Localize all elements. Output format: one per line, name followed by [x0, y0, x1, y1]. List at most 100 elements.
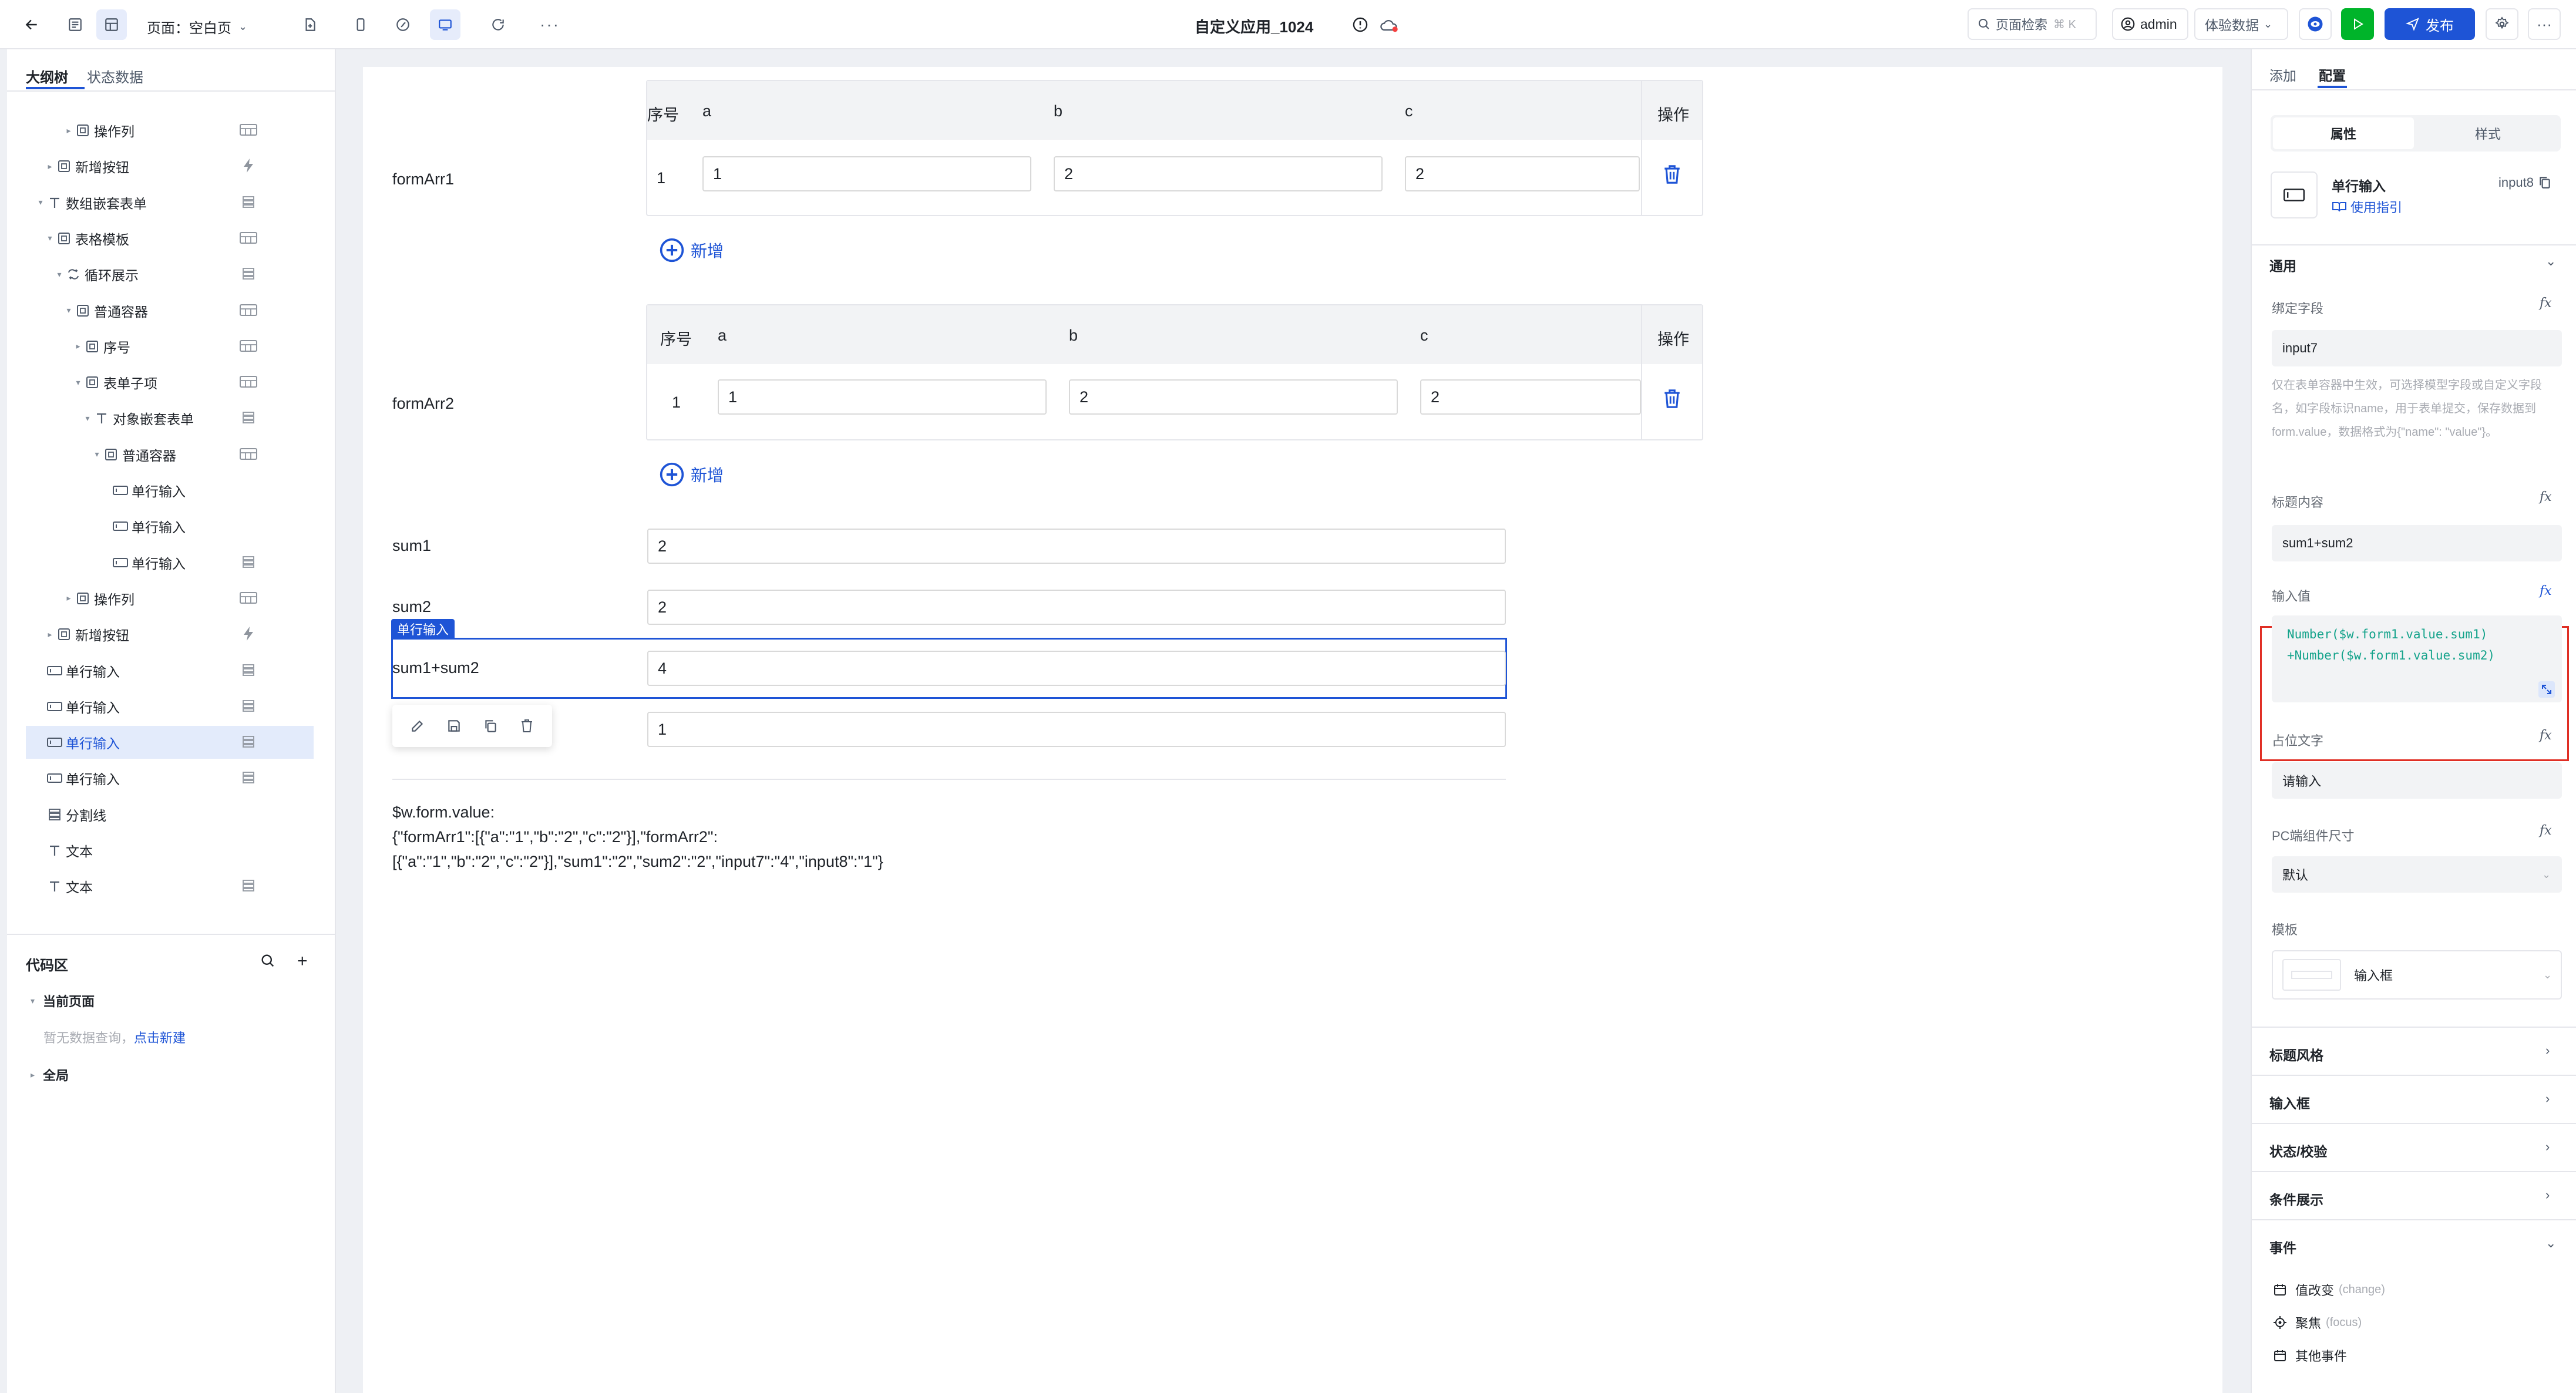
create-query-link[interactable]: 点击新建 — [134, 1031, 186, 1045]
tree-item[interactable]: ▾ 表格模板 — [26, 222, 314, 255]
bind-field-input[interactable]: input7 — [2272, 330, 2562, 366]
subtab-properties[interactable]: 属性 — [2273, 117, 2414, 149]
edit-icon[interactable] — [410, 718, 425, 733]
publish-button[interactable]: 发布 — [2385, 8, 2475, 40]
tree-item[interactable]: 文本 — [26, 834, 314, 867]
caret-icon[interactable]: ▾ — [54, 270, 65, 280]
run-button[interactable] — [2341, 8, 2374, 40]
usage-guide-link[interactable]: 使用指引 — [2332, 197, 2402, 216]
tree-item[interactable]: ▾ 对象嵌套表单 — [26, 402, 314, 435]
search-icon[interactable] — [260, 953, 276, 969]
info-icon[interactable] — [1352, 16, 1368, 33]
delete-icon[interactable] — [519, 718, 534, 733]
tree-item[interactable]: 单行输入 — [26, 546, 314, 579]
tree-item[interactable]: 单行输入 — [26, 690, 314, 723]
expand-editor-icon[interactable] — [2538, 681, 2555, 698]
caret-icon[interactable]: ▾ — [35, 197, 46, 207]
formArr2-add-button[interactable]: 新增 — [659, 462, 724, 487]
cloud-sync-icon[interactable] — [1379, 18, 1399, 33]
tree-item[interactable]: ▸ 序号 — [26, 330, 314, 363]
tree-item[interactable]: ▾ 普通容器 — [26, 438, 314, 471]
input-value-expression-editor[interactable]: Number($w.form1.value.sum1) +Number($w.f… — [2272, 615, 2562, 702]
fx-icon[interactable]: fx — [2540, 490, 2552, 504]
tree-item[interactable]: ▸ 操作列 — [26, 114, 314, 147]
cell-a-input[interactable]: 1 — [702, 156, 1031, 191]
template-select[interactable]: 输入框 ⌄ — [2272, 950, 2562, 1000]
cell-a-input[interactable]: 1 — [718, 379, 1047, 415]
copy-icon[interactable] — [483, 718, 498, 733]
section-state-validation[interactable]: 状态/校验 — [2269, 1140, 2551, 1160]
section-events[interactable]: 事件 — [2269, 1237, 2551, 1257]
tab-outline-tree[interactable]: 大纲树 — [26, 66, 68, 86]
caret-icon[interactable]: ▾ — [92, 449, 102, 459]
tree-item[interactable]: ▾ 普通容器 — [26, 294, 314, 327]
fx-icon[interactable]: fx — [2540, 584, 2552, 598]
tab-state-data[interactable]: 状态数据 — [87, 66, 143, 86]
chevron-down-icon[interactable]: ⌄ — [2545, 1236, 2556, 1251]
user-menu[interactable]: admin — [2112, 8, 2188, 40]
page-selector[interactable]: 页面：空白页 ⌄ — [147, 16, 247, 37]
caret-icon[interactable]: ▸ — [63, 593, 74, 603]
layout-view-icon[interactable] — [96, 9, 127, 40]
delete-row-icon[interactable] — [1662, 388, 1682, 410]
section-conditional-display[interactable]: 条件展示 — [2269, 1189, 2551, 1209]
page-search-button[interactable]: 页面检索 ⌘ K — [1968, 8, 2097, 40]
caret-icon[interactable]: ▾ — [45, 233, 55, 243]
fx-icon[interactable]: fx — [2540, 728, 2552, 743]
sum2-input[interactable]: 2 — [647, 590, 1506, 625]
chevron-right-icon[interactable]: › — [2545, 1043, 2550, 1058]
tree-item[interactable]: 单行输入 — [26, 510, 314, 543]
input8-input[interactable]: 1 — [647, 712, 1506, 747]
outline-view-icon[interactable] — [60, 9, 90, 40]
tree-item[interactable]: 单行输入 — [26, 762, 314, 795]
event-focus[interactable]: 聚焦 (focus) — [2273, 1313, 2362, 1332]
fx-icon[interactable]: fx — [2540, 823, 2552, 838]
tree-item[interactable]: 文本 — [26, 870, 314, 903]
cell-b-input[interactable]: 2 — [1069, 379, 1398, 415]
tree-item[interactable]: 单行输入 — [26, 474, 314, 507]
cell-b-input[interactable]: 2 — [1054, 156, 1383, 191]
tree-item[interactable]: ▾ 表单子项 — [26, 366, 314, 399]
code-global[interactable]: ▸ 全局 — [31, 1065, 69, 1084]
chevron-right-icon[interactable]: › — [2545, 1187, 2550, 1203]
caret-icon[interactable]: ▾ — [82, 413, 93, 423]
more-icon[interactable]: ··· — [534, 9, 565, 40]
pc-size-select[interactable]: 默认 ⌄ — [2272, 856, 2562, 893]
fx-icon[interactable]: fx — [2540, 296, 2552, 311]
cell-c-input[interactable]: 2 — [1420, 379, 1641, 415]
save-template-icon[interactable] — [446, 718, 462, 733]
sum-total-input[interactable]: 4 — [647, 651, 1506, 686]
caret-icon[interactable]: ▸ — [63, 126, 74, 136]
back-arrow-icon[interactable] — [16, 9, 47, 40]
section-general[interactable]: 通用 — [2269, 255, 2551, 275]
formArr1-add-button[interactable]: 新增 — [659, 237, 724, 263]
desktop-preview-icon[interactable] — [430, 9, 460, 40]
tree-item[interactable]: ▸ 新增按钮 — [26, 150, 314, 183]
section-title-style[interactable]: 标题风格 — [2269, 1044, 2551, 1064]
tree-item[interactable]: 单行输入 — [26, 654, 314, 687]
sum1-input[interactable]: 2 — [647, 529, 1506, 564]
tree-item[interactable]: 分割线 — [26, 798, 314, 831]
tree-item[interactable]: ▾ 循环展示 — [26, 258, 314, 291]
title-content-input[interactable]: sum1+sum2 — [2272, 525, 2562, 561]
section-input-box[interactable]: 输入框 — [2269, 1092, 2551, 1112]
add-page-icon[interactable] — [295, 9, 325, 40]
caret-icon[interactable]: ▸ — [45, 630, 55, 640]
tree-item[interactable]: ▾ 数组嵌套表单 — [26, 186, 314, 219]
miniprogram-preview-icon[interactable] — [388, 9, 418, 40]
tree-item[interactable]: 单行输入 — [26, 726, 314, 759]
add-query-icon[interactable]: + — [297, 951, 308, 971]
placeholder-input[interactable]: 请输入 — [2272, 762, 2562, 799]
chevron-right-icon[interactable]: › — [2545, 1091, 2550, 1106]
settings-button[interactable] — [2486, 8, 2518, 40]
subtab-style[interactable]: 样式 — [2417, 117, 2558, 149]
chevron-down-icon[interactable]: ⌄ — [2545, 254, 2556, 269]
chevron-right-icon[interactable]: › — [2545, 1139, 2550, 1155]
copy-icon[interactable] — [2538, 176, 2551, 190]
tree-item[interactable]: ▸ 操作列 — [26, 582, 314, 615]
event-other[interactable]: 其他事件 — [2273, 1346, 2347, 1365]
caret-icon[interactable]: ▾ — [73, 378, 83, 388]
cell-c-input[interactable]: 2 — [1405, 156, 1640, 191]
preview-button[interactable] — [2299, 8, 2332, 40]
caret-icon[interactable]: ▸ — [73, 341, 83, 351]
